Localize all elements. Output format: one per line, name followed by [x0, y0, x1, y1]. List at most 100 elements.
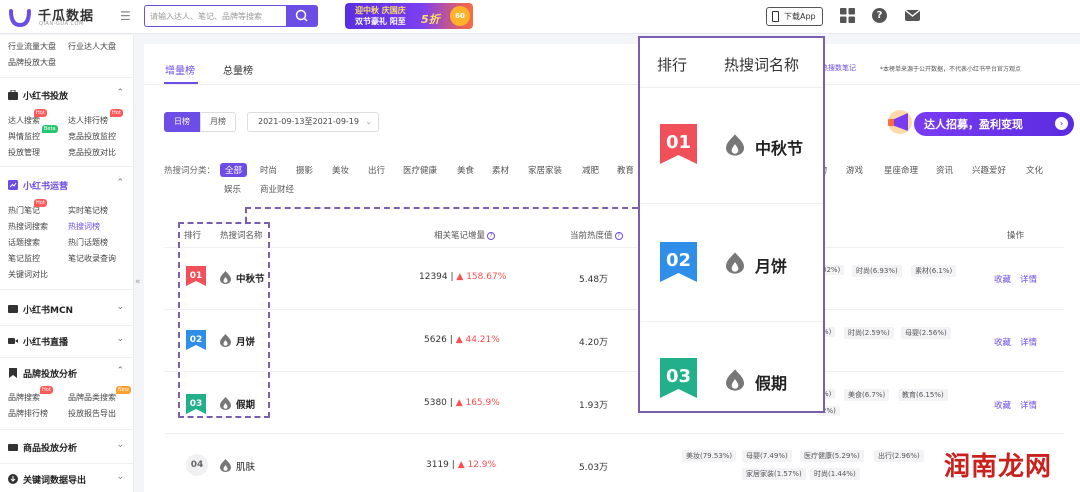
sidebar-item-kol-ranking[interactable]: 达人排行榜	[68, 115, 108, 126]
category-home[interactable]: 家居家装	[528, 164, 562, 176]
logo[interactable]: 千瓜数据 QIAN-GUA.COM	[8, 4, 108, 30]
promo-banner[interactable]: 迎中秋 庆国庆 双节豪礼 阳至 5折 60	[345, 3, 473, 29]
highlight-connector	[245, 208, 247, 222]
category-tag: 时尚(1.44%)	[810, 468, 860, 480]
sidebar-section-label: 商品投放分析	[23, 444, 78, 454]
grid-icon[interactable]	[840, 8, 855, 23]
sidebar-divider	[0, 166, 133, 167]
category-health[interactable]: 医疗健康	[403, 164, 437, 176]
sidebar-fold-icon[interactable]: «	[135, 277, 141, 287]
favorite-button[interactable]: 收藏	[994, 273, 1011, 285]
help-icon[interactable]: ?	[487, 231, 496, 240]
sidebar-section-label: 关键词数据导出	[23, 476, 87, 486]
category-food[interactable]: 美食	[457, 164, 474, 176]
category-diet[interactable]: 减肥	[582, 164, 599, 176]
category-news[interactable]: 资讯	[936, 164, 953, 176]
category-games[interactable]: 游戏	[846, 164, 863, 176]
sidebar-section-xhs-placement[interactable]: 小红书投放 ⌃	[8, 87, 128, 103]
category-astrology[interactable]: 星座命理	[884, 164, 918, 176]
megaphone-icon	[888, 110, 912, 134]
sidebar-section-keyword-export[interactable]: 关键词数据导出 ⌄	[8, 471, 128, 487]
increment-value: 3119 | ▲ 12.9%	[426, 460, 496, 470]
detail-button[interactable]: 详情	[1020, 399, 1037, 411]
category-tag: 医疗健康(5.29%)	[800, 450, 864, 462]
sidebar-section-brand-analysis[interactable]: 品牌投放分析 ⌃	[8, 365, 128, 381]
category-hobbies[interactable]: 兴趣爱好	[972, 164, 1006, 176]
search-button[interactable]	[286, 5, 318, 27]
recruit-banner[interactable]: 达人招募，盈利变现 ›	[884, 104, 1074, 138]
row-divider	[164, 433, 1064, 434]
help-icon[interactable]: ?	[614, 231, 623, 240]
sidebar-item-note-index-query[interactable]: 笔记收录查询	[68, 253, 116, 264]
sidebar-section-xhs-operation[interactable]: 小红书运营 ⌃	[8, 177, 128, 193]
sidebar-section-label: 小红书投放	[23, 92, 69, 102]
sidebar-section-label: 小红书直播	[23, 338, 69, 348]
highlight-connector	[245, 207, 638, 209]
sidebar-item-placement-manage[interactable]: 投放管理	[8, 147, 40, 158]
tab-increment-ranking[interactable]: 增量榜	[165, 62, 195, 77]
sidebar-item-hotword-search[interactable]: 热搜词搜索	[8, 221, 48, 232]
sidebar-item-report-export[interactable]: 投放报告导出	[68, 408, 116, 419]
category-all[interactable]: 全部	[220, 163, 248, 177]
sidebar-item-opinion-monitor[interactable]: 舆情监控	[8, 131, 40, 142]
sidebar-link-industry-kol[interactable]: 行业达人大盘	[68, 41, 116, 52]
hot-search-notes-link[interactable]: 热搜数笔记	[821, 63, 856, 73]
category-label: 热搜词分类：	[164, 166, 216, 176]
sidebar-section-xhs-mcn[interactable]: 小红书MCN ⌄	[8, 301, 128, 317]
sidebar-item-brand-ranking[interactable]: 品牌排行榜	[8, 408, 48, 419]
keyword-name[interactable]: 肌肤	[236, 459, 255, 473]
tab-total-ranking[interactable]: 总量榜	[223, 62, 253, 77]
zoom-column-keyword: 热搜词名称	[724, 56, 800, 74]
sidebar-section-xhs-live[interactable]: 小红书直播 ⌄	[8, 333, 128, 349]
flame-icon	[220, 459, 231, 472]
favorite-button[interactable]: 收藏	[994, 399, 1011, 411]
sidebar-divider	[0, 289, 133, 290]
sidebar-item-realtime-notes[interactable]: 实时笔记榜	[68, 205, 108, 216]
sidebar-item-topic-ranking[interactable]: 热门话题榜	[68, 237, 108, 248]
flame-icon	[726, 369, 744, 391]
row-divider	[164, 247, 1064, 248]
tab-divider	[144, 84, 1080, 85]
increment-number: 3119 |	[426, 460, 455, 470]
category-business[interactable]: 商业财经	[260, 183, 294, 195]
category-education[interactable]: 教育	[617, 164, 634, 176]
category-culture[interactable]: 文化	[1026, 164, 1043, 176]
detail-button[interactable]: 详情	[1020, 336, 1037, 348]
detail-button[interactable]: 详情	[1020, 273, 1037, 285]
hot-badge: Hot	[110, 109, 123, 117]
sidebar-item-note-monitor[interactable]: 笔记监控	[8, 253, 40, 264]
promo-line-2: 双节豪礼 阳至	[355, 17, 406, 26]
sidebar-item-topic-search[interactable]: 话题搜索	[8, 237, 40, 248]
sidebar-item-competitor-monitor[interactable]: 竞品投放监控	[68, 131, 116, 142]
period-day-button[interactable]: 日榜	[164, 112, 200, 132]
zoom-keyword: 月饼	[755, 257, 788, 276]
category-beauty[interactable]: 美妆	[332, 164, 349, 176]
download-app-label: 下载App	[784, 12, 816, 21]
category-travel[interactable]: 出行	[368, 164, 385, 176]
sidebar-item-keyword-compare[interactable]: 关键词对比	[8, 269, 48, 280]
search-input[interactable]	[144, 5, 286, 27]
category-fashion[interactable]: 时尚	[260, 164, 277, 176]
category-entertainment[interactable]: 娱乐	[224, 183, 241, 195]
column-heat-label: 当前热度值	[570, 231, 613, 241]
sidebar-item-brand-category-search[interactable]: 品牌品类搜索	[68, 392, 116, 403]
sidebar-item-competitor-compare[interactable]: 竞品投放对比	[68, 147, 116, 158]
category-material[interactable]: 素材	[492, 164, 509, 176]
category-tag: 时尚(2.59%)	[844, 327, 894, 339]
sidebar-link-brand-placement[interactable]: 品牌投放大盘	[8, 57, 56, 68]
download-app-button[interactable]: 下载App	[766, 7, 823, 26]
sidebar-item-hotword-ranking[interactable]: 热搜词榜	[68, 221, 100, 232]
date-range-select[interactable]: 2021-09-13至2021-09-19 ⌄	[247, 112, 379, 132]
help-icon[interactable]: ?	[872, 8, 887, 23]
category-photography[interactable]: 摄影	[296, 164, 313, 176]
sidebar-section-product-analysis[interactable]: 商品投放分析 ⌄	[8, 439, 128, 455]
favorite-button[interactable]: 收藏	[994, 336, 1011, 348]
mail-icon[interactable]	[905, 10, 920, 21]
menu-collapse-icon[interactable]: ☰	[120, 9, 134, 23]
column-ops: 操作	[1007, 231, 1025, 241]
column-heat: 当前热度值?	[570, 229, 623, 241]
chart-icon	[8, 180, 18, 190]
sidebar-item-brand-search[interactable]: 品牌搜索	[8, 392, 40, 403]
sidebar-link-industry-flow[interactable]: 行业流量大盘	[8, 41, 56, 52]
period-month-button[interactable]: 月榜	[200, 112, 236, 132]
